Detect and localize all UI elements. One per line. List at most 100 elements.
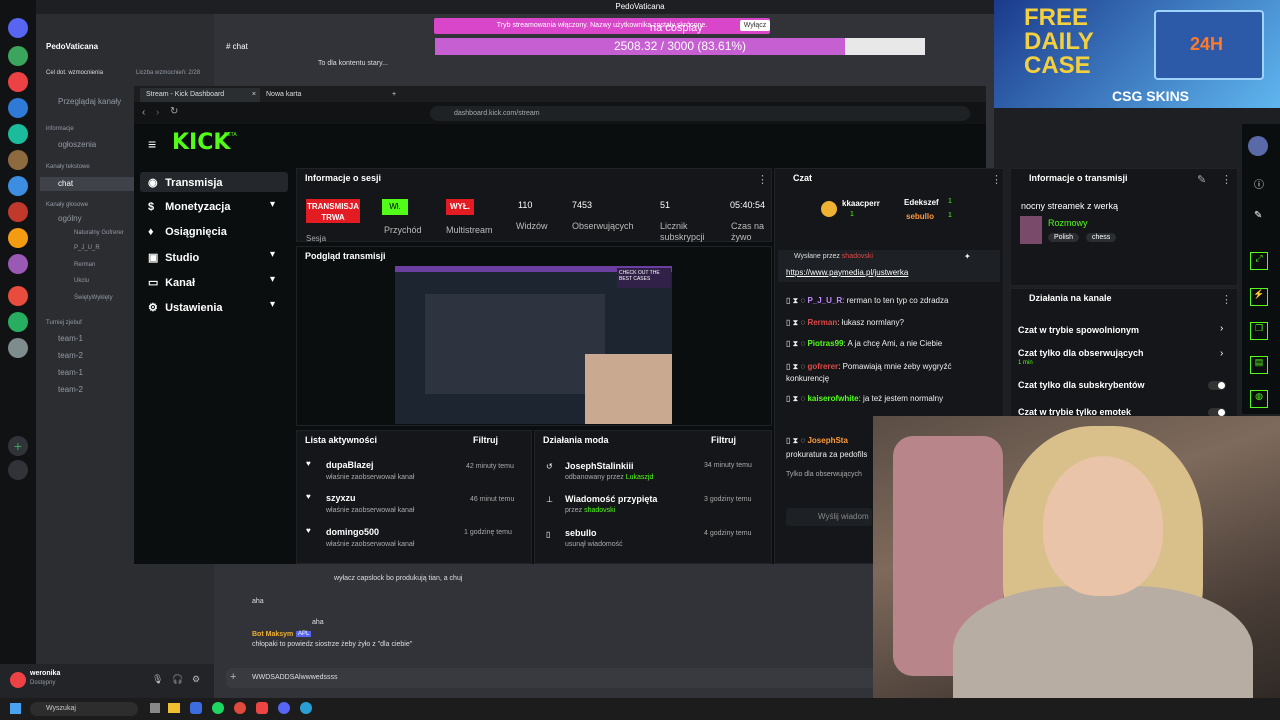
- pinned-link[interactable]: https://www.paymedia.pl/justwerka: [786, 268, 908, 277]
- voice-user[interactable]: Ukclu: [74, 278, 89, 284]
- income-badge[interactable]: Wł.: [382, 199, 408, 215]
- taskview-icon[interactable]: [150, 703, 160, 713]
- edit-icon[interactable]: ✎: [1197, 173, 1206, 186]
- subs-only-item[interactable]: Czat tylko dla subskrybentów: [1018, 380, 1145, 390]
- more-icon[interactable]: ⋮: [1221, 173, 1232, 186]
- chevron-right-icon[interactable]: ›: [1220, 348, 1223, 359]
- chat-input[interactable]: Wyślij wiadom: [786, 508, 872, 526]
- channel-ogolny[interactable]: ogólny: [58, 214, 82, 223]
- copy-icon[interactable]: ❐: [1250, 322, 1268, 340]
- server-icon[interactable]: [8, 150, 28, 170]
- server-icon[interactable]: [8, 338, 28, 358]
- voice-user[interactable]: Naturalny Gofrerer: [74, 230, 124, 236]
- spotify-icon[interactable]: [212, 702, 224, 714]
- list-item[interactable]: ♥: [306, 526, 311, 535]
- channel-ogloszenia[interactable]: ogłoszenia: [58, 140, 96, 149]
- kick-logo[interactable]: KICK: [172, 130, 230, 155]
- menu-osiagniecia[interactable]: ♦ Osiągnięcia: [148, 226, 227, 238]
- category-info[interactable]: informacje: [46, 126, 74, 132]
- tag[interactable]: Polish: [1048, 233, 1080, 242]
- ad-banner[interactable]: FREE DAILY CASE 24H CSG SKINS: [994, 0, 1280, 108]
- gear-icon[interactable]: ⚙: [192, 674, 200, 685]
- voice-user[interactable]: Rerman: [74, 262, 95, 268]
- lightning-icon[interactable]: ⚡: [1250, 288, 1268, 306]
- tab-kick-dashboard[interactable]: Stream - Kick Dashboard ×: [140, 88, 260, 102]
- url-bar[interactable]: dashboard.kick.com/stream: [430, 106, 970, 121]
- activity-filter-button[interactable]: Filtruj: [473, 435, 498, 445]
- stream-preview[interactable]: CHECK OUT THE BEST CASES: [395, 266, 672, 424]
- close-icon[interactable]: ×: [252, 88, 256, 102]
- plus-icon[interactable]: +: [230, 671, 236, 683]
- voice-user[interactable]: P_J_U_R: [74, 245, 100, 251]
- menu-monetyzacja[interactable]: $ Monetyzacja: [148, 201, 230, 213]
- more-icon[interactable]: ⋮: [1221, 293, 1232, 306]
- server-name[interactable]: PedoVaticana: [46, 42, 98, 51]
- chevron-down-icon[interactable]: ▾: [270, 299, 275, 310]
- chrome-icon[interactable]: [234, 702, 246, 714]
- audio-icon[interactable]: ◍: [1250, 390, 1268, 408]
- menu-kanal[interactable]: ▭ Kanał: [148, 276, 195, 289]
- store-icon[interactable]: [190, 702, 202, 714]
- taskbar-search[interactable]: Wyszukaj: [30, 702, 138, 716]
- mod-action-name[interactable]: Wiadomość przypięta: [565, 494, 657, 504]
- server-icon[interactable]: [8, 286, 28, 306]
- mod-action-name[interactable]: sebullo: [565, 528, 597, 538]
- back-icon[interactable]: ‹: [142, 107, 145, 118]
- app-icon[interactable]: [256, 702, 268, 714]
- category-voice[interactable]: Kanały głosowe: [46, 202, 88, 208]
- slow-mode-item[interactable]: Czat w trybie spowolnionym: [1018, 325, 1139, 335]
- server-icon[interactable]: [8, 312, 28, 332]
- server-icon[interactable]: [8, 254, 28, 274]
- tag[interactable]: chess: [1086, 233, 1117, 242]
- avatar[interactable]: [1248, 136, 1268, 156]
- chevron-down-icon[interactable]: ▾: [270, 249, 275, 260]
- discord-author[interactable]: Bot Maksym: [252, 631, 293, 638]
- category-text[interactable]: Kanały tekstowe: [46, 164, 90, 170]
- mod-action-name[interactable]: JosephStalinkiii: [565, 461, 634, 471]
- browse-channels[interactable]: Przeglądaj kanały: [58, 97, 121, 106]
- multistream-badge[interactable]: WYŁ.: [446, 199, 474, 215]
- list-item[interactable]: ♥: [306, 492, 311, 501]
- top-chatter[interactable]: sebullo: [906, 212, 934, 221]
- category-tournament[interactable]: Turniej zjebuf: [46, 320, 82, 326]
- discord-icon[interactable]: [278, 702, 290, 714]
- channel-team[interactable]: team-1: [58, 368, 83, 377]
- menu-studio[interactable]: ▣ Studio: [148, 251, 199, 264]
- server-icon[interactable]: [8, 124, 28, 144]
- list-item[interactable]: ♥: [306, 459, 319, 468]
- chevron-right-icon[interactable]: ›: [1220, 323, 1223, 334]
- chevron-down-icon[interactable]: ▾: [270, 274, 275, 285]
- windows-icon[interactable]: [10, 703, 21, 714]
- expand-icon[interactable]: ⤢: [1250, 252, 1268, 270]
- server-icon[interactable]: [8, 98, 28, 118]
- server-icon[interactable]: [8, 176, 28, 196]
- server-icon[interactable]: [8, 46, 28, 66]
- hamburger-icon[interactable]: ≡: [148, 136, 156, 152]
- reload-icon[interactable]: ↻: [170, 106, 178, 117]
- discord-message-input[interactable]: + WWDSADDSAlwwwedssss: [226, 668, 986, 688]
- telegram-icon[interactable]: [300, 702, 312, 714]
- channel-team[interactable]: team-2: [58, 351, 83, 360]
- channel-team[interactable]: team-1: [58, 334, 83, 343]
- new-tab-icon[interactable]: +: [386, 88, 400, 102]
- mic-icon[interactable]: 🎙: [152, 674, 163, 685]
- forward-icon[interactable]: ›: [156, 107, 159, 118]
- followers-only-item[interactable]: Czat tylko dla obserwujących: [1018, 348, 1144, 358]
- top-chatter[interactable]: kkaacperr: [842, 199, 880, 208]
- more-icon[interactable]: ⋮: [757, 173, 768, 186]
- server-icon[interactable]: [8, 18, 28, 38]
- channel-team[interactable]: team-2: [58, 385, 83, 394]
- boost-goal[interactable]: Cel dot. wzmocnienia: [46, 70, 103, 76]
- info-icon[interactable]: ⓘ: [1254, 176, 1264, 191]
- mod-filter-button[interactable]: Filtruj: [711, 435, 736, 445]
- category-name[interactable]: Rozmowy: [1048, 218, 1088, 228]
- more-icon[interactable]: ⋮: [991, 173, 1002, 186]
- chat-icon[interactable]: ▤: [1250, 356, 1268, 374]
- top-chatter[interactable]: Edekszef: [904, 198, 939, 207]
- explore-icon[interactable]: [8, 460, 28, 480]
- menu-transmisja[interactable]: ◉ Transmisja: [148, 176, 223, 189]
- chevron-down-icon[interactable]: ▾: [270, 199, 275, 210]
- headphones-icon[interactable]: 🎧: [172, 674, 183, 685]
- pin-icon[interactable]: ✦: [964, 252, 971, 261]
- server-icon[interactable]: [8, 228, 28, 248]
